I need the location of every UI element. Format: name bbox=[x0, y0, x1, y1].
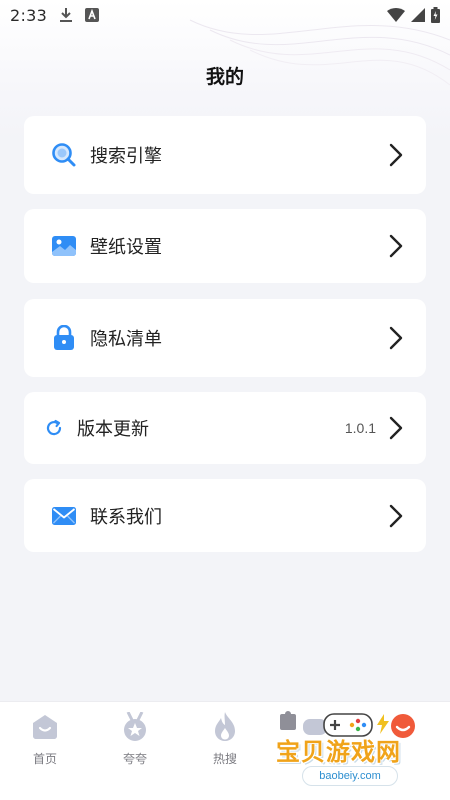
menu-item-label: 壁纸设置 bbox=[90, 237, 162, 258]
medal-icon bbox=[120, 712, 150, 742]
status-time: 2:33 bbox=[10, 5, 48, 25]
menu-item-label: 搜索引擎 bbox=[90, 146, 162, 167]
status-bar: 2:33 bbox=[0, 0, 450, 30]
download-icon bbox=[60, 8, 73, 22]
tab-label: 首页 bbox=[32, 752, 57, 766]
tab-trending[interactable]: 热搜 bbox=[190, 712, 260, 767]
chevron-right-icon bbox=[389, 416, 403, 440]
refresh-icon bbox=[44, 418, 64, 438]
menu-item-privacy-list[interactable]: 隐私清单 bbox=[24, 299, 426, 377]
signal-icon bbox=[411, 8, 425, 22]
search-icon bbox=[51, 142, 77, 168]
chevron-right-icon bbox=[389, 504, 403, 527]
home-icon bbox=[30, 712, 60, 742]
menu-item-label: 隐私清单 bbox=[90, 329, 162, 350]
wifi-icon bbox=[387, 8, 405, 22]
menu-item-wallpaper-settings[interactable]: 壁纸设置 bbox=[24, 209, 426, 283]
tab-label: 热搜 bbox=[212, 752, 237, 766]
mail-icon bbox=[51, 503, 77, 529]
menu-item-version-update[interactable]: 版本更新 1.0.1 bbox=[24, 392, 426, 464]
menu-item-label: 版本更新 bbox=[77, 419, 149, 440]
watermark: 宝贝游戏网 baobeiy.com bbox=[272, 708, 432, 788]
puzzle-icon bbox=[280, 711, 296, 730]
menu-item-search-engine[interactable]: 搜索引擎 bbox=[24, 116, 426, 194]
watermark-url: baobeiy.com bbox=[302, 766, 398, 786]
flame-icon bbox=[210, 712, 240, 742]
tab-home[interactable]: 首页 bbox=[10, 712, 80, 767]
version-number: 1.0.1 bbox=[344, 420, 376, 436]
tab-praise[interactable]: 夸夸 bbox=[100, 712, 170, 767]
menu-item-contact-us[interactable]: 联系我们 bbox=[24, 479, 426, 552]
menu-item-label: 联系我们 bbox=[90, 506, 162, 528]
page-title: 我的 bbox=[205, 66, 244, 88]
battery-icon bbox=[431, 7, 440, 23]
tab-label: 夸夸 bbox=[122, 752, 147, 766]
chevron-right-icon bbox=[389, 143, 403, 167]
lightning-icon bbox=[377, 714, 389, 734]
a-app-icon bbox=[85, 8, 100, 22]
image-icon bbox=[51, 233, 77, 259]
lock-icon bbox=[51, 325, 77, 351]
watermark-text: 宝贝游戏网 bbox=[276, 738, 401, 766]
chevron-right-icon bbox=[389, 234, 403, 258]
chevron-right-icon bbox=[389, 326, 403, 350]
